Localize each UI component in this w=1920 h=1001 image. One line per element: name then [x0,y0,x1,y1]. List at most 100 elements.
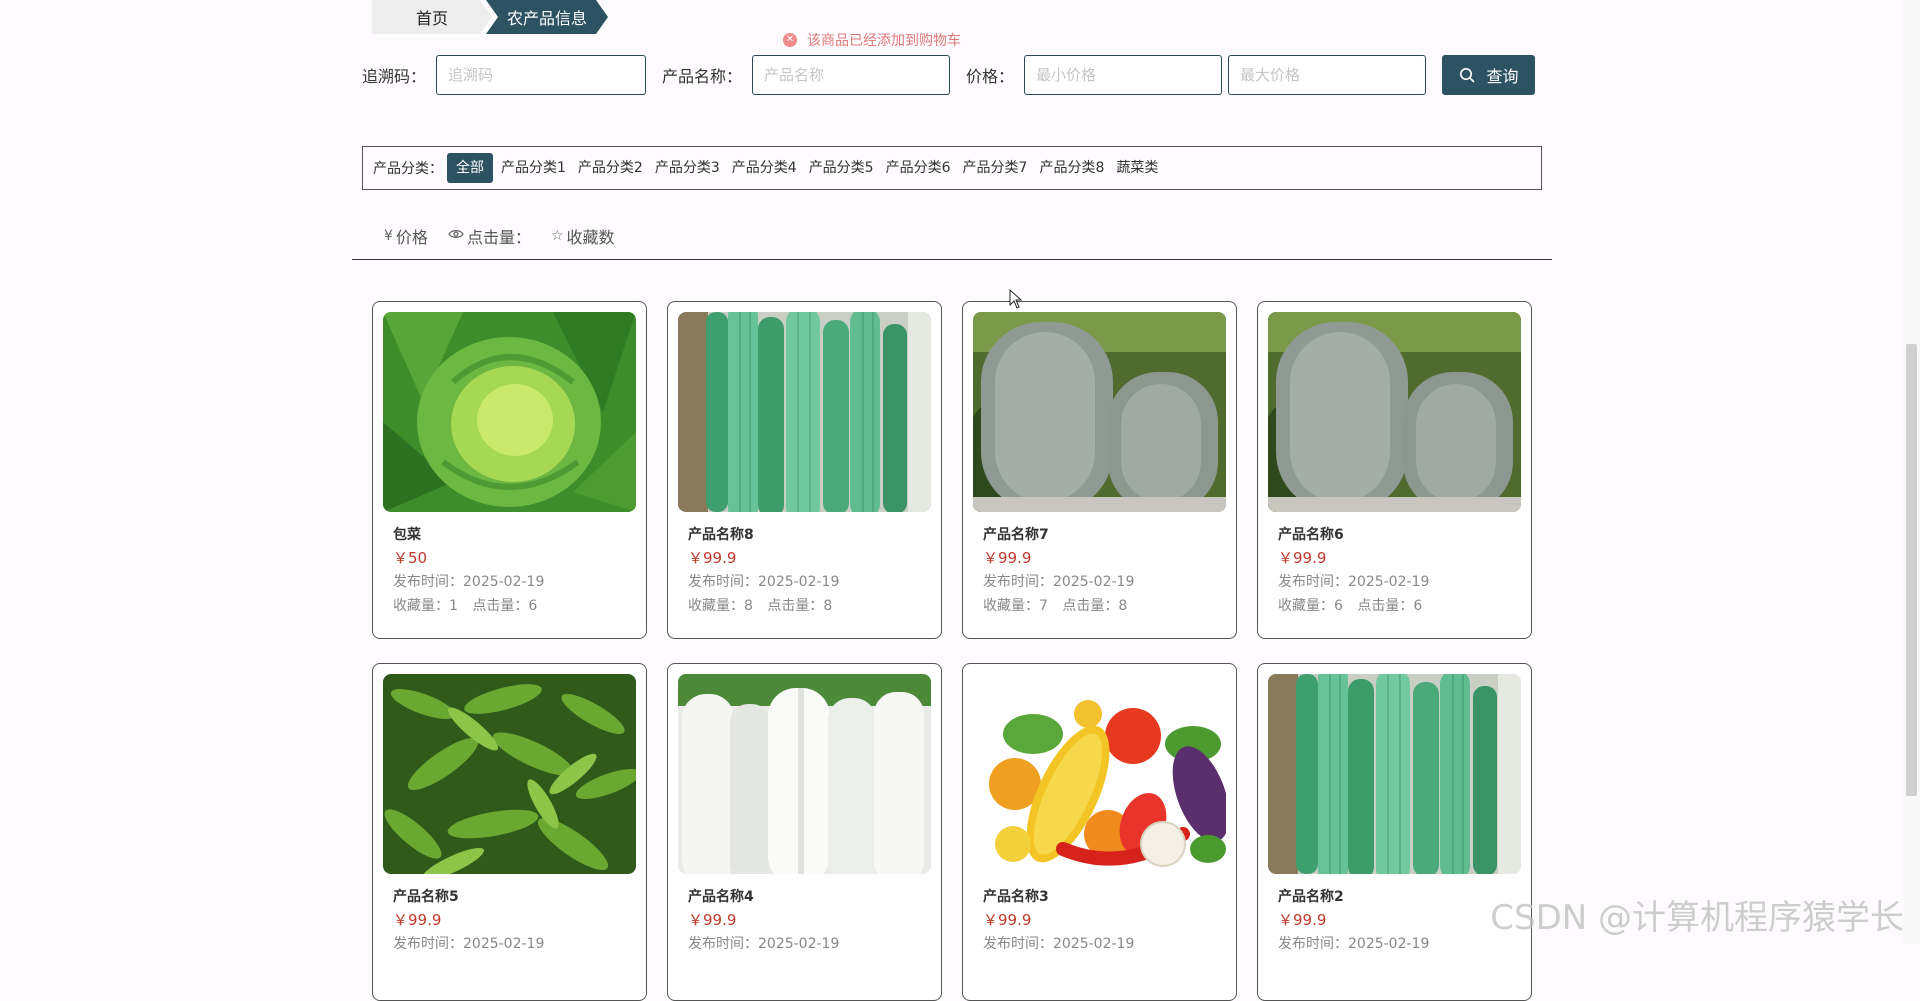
category-item-2[interactable]: 产品分类2 [572,153,649,183]
product-price: ￥99.9 [983,911,1032,929]
mouse-cursor-icon [1009,289,1023,309]
toast-message: ✕ 该商品已经添加到购物车 [783,30,961,50]
clicks-count: 8 [1118,598,1128,614]
publish-label: 发布时间： [688,936,758,952]
favorites-count: 6 [1334,598,1343,614]
sort-divider [352,259,1552,260]
product-stats: 收藏量：8 点击量：8 [688,594,921,618]
category-item-6[interactable]: 产品分类6 [880,153,957,183]
product-image-winter-melon[interactable] [1268,312,1521,512]
publish-label: 发布时间： [1278,574,1348,590]
sort-price-label: 价格 [395,228,428,247]
product-name-label: 产品名称： [662,67,743,86]
toast-text: 该商品已经添加到购物车 [807,33,961,49]
product-card[interactable]: 产品名称3 ￥99.9 发布时间：2025-02-19 [962,663,1237,1001]
trace-code-label: 追溯码： [362,67,427,86]
product-price: ￥99.9 [1278,911,1327,929]
sort-by-clicks[interactable]: 点击量： [448,224,531,248]
min-price-input[interactable] [1024,55,1223,95]
publish-date: 2025-02-19 [758,574,840,590]
category-item-8[interactable]: 产品分类8 [1033,153,1110,183]
product-name: 产品名称8 [688,527,754,543]
product-publish-date: 发布时间：2025-02-19 [393,570,626,594]
publish-date: 2025-02-19 [758,936,840,952]
product-name: 产品名称6 [1278,527,1344,543]
product-card[interactable]: 产品名称5 ￥99.9 发布时间：2025-02-19 [372,663,647,1001]
product-name: 产品名称7 [983,527,1049,543]
yen-icon: ¥ [384,228,393,244]
product-card[interactable]: 产品名称4 ￥99.9 发布时间：2025-02-19 [667,663,942,1001]
product-publish-date: 发布时间：2025-02-19 [1278,932,1511,956]
product-card[interactable]: 产品名称7 ￥99.9 发布时间：2025-02-19 收藏量：7 点击量：8 [962,301,1237,639]
category-item-4[interactable]: 产品分类4 [726,153,803,183]
product-card[interactable]: 产品名称2 ￥99.9 发布时间：2025-02-19 [1257,663,1532,1001]
product-publish-date: 发布时间：2025-02-19 [393,932,626,956]
category-item-7[interactable]: 产品分类7 [957,153,1034,183]
product-image-cabbage[interactable] [383,312,636,512]
trace-code-input[interactable] [436,55,647,95]
clicks-count: 8 [823,598,833,614]
favorites-label: 收藏量： [983,598,1039,614]
publish-date: 2025-02-19 [463,574,545,590]
star-icon: ☆ [550,228,564,244]
eye-icon [448,228,464,244]
error-circle-icon: ✕ [783,33,797,47]
publish-label: 发布时间： [1278,936,1348,952]
clicks-label: 点击量： [1062,598,1119,614]
publish-label: 发布时间： [983,574,1053,590]
product-price: ￥99.9 [983,549,1032,567]
clicks-count: 6 [1413,598,1423,614]
product-name-input[interactable] [752,55,951,95]
search-button[interactable]: 查询 [1442,55,1536,95]
product-card[interactable]: 产品名称6 ￥99.9 发布时间：2025-02-19 收藏量：6 点击量：6 [1257,301,1532,639]
category-item-3[interactable]: 产品分类3 [649,153,726,183]
product-image-radish[interactable] [678,674,931,874]
publish-date: 2025-02-19 [1053,936,1135,952]
sort-favorites-label: 收藏数 [566,228,615,247]
clicks-label: 点击量： [1357,598,1414,614]
product-price: ￥99.9 [688,911,737,929]
product-publish-date: 发布时间：2025-02-19 [688,932,921,956]
publish-date: 2025-02-19 [1053,574,1135,590]
scrollbar-thumb[interactable] [1906,344,1917,796]
category-item-1[interactable]: 产品分类1 [495,153,572,183]
publish-date: 2025-02-19 [463,936,545,952]
product-card[interactable]: 包菜 ￥50 发布时间：2025-02-19 收藏量：1 点击量：6 [372,301,647,639]
breadcrumb-current: 农产品信息 [486,0,608,34]
product-price: ￥99.9 [688,549,737,567]
product-price: ￥99.9 [1278,549,1327,567]
clicks-label: 点击量： [472,598,529,614]
sort-bar: ¥ 价格 点击量： ☆ 收藏数 [384,222,635,250]
product-stats: 收藏量：6 点击量：6 [1278,594,1511,618]
sort-by-price[interactable]: ¥ 价格 [384,224,428,248]
product-name: 产品名称4 [688,889,754,905]
product-image-peppers[interactable] [383,674,636,874]
product-stats: 收藏量：1 点击量：6 [393,594,626,618]
favorites-count: 7 [1039,598,1048,614]
publish-label: 发布时间： [393,936,463,952]
product-stats: 收藏量：7 点击量：8 [983,594,1216,618]
category-filter: 产品分类： 全部 产品分类1 产品分类2 产品分类3 产品分类4 产品分类5 产… [362,146,1542,190]
publish-label: 发布时间： [688,574,758,590]
category-item-vegetables[interactable]: 蔬菜类 [1110,153,1164,183]
publish-date: 2025-02-19 [1348,936,1430,952]
product-image-vegetables-mix[interactable] [973,674,1226,874]
product-name: 包菜 [393,527,421,543]
product-name: 产品名称5 [393,889,459,905]
product-image-luffa[interactable] [1268,674,1521,874]
sort-by-favorites[interactable]: ☆ 收藏数 [551,224,615,248]
breadcrumb-home[interactable]: 首页 [372,0,492,34]
category-item-5[interactable]: 产品分类5 [803,153,880,183]
category-item-all[interactable]: 全部 [447,153,493,183]
clicks-count: 6 [528,598,538,614]
product-name: 产品名称3 [983,889,1049,905]
favorites-count: 8 [744,598,753,614]
product-image-winter-melon[interactable] [973,312,1226,512]
product-publish-date: 发布时间：2025-02-19 [1278,570,1511,594]
publish-date: 2025-02-19 [1348,574,1430,590]
publish-label: 发布时间： [983,936,1053,952]
max-price-input[interactable] [1228,55,1427,95]
product-card[interactable]: 产品名称8 ￥99.9 发布时间：2025-02-19 收藏量：8 点击量：8 [667,301,942,639]
product-image-luffa[interactable] [678,312,931,512]
publish-label: 发布时间： [393,574,463,590]
